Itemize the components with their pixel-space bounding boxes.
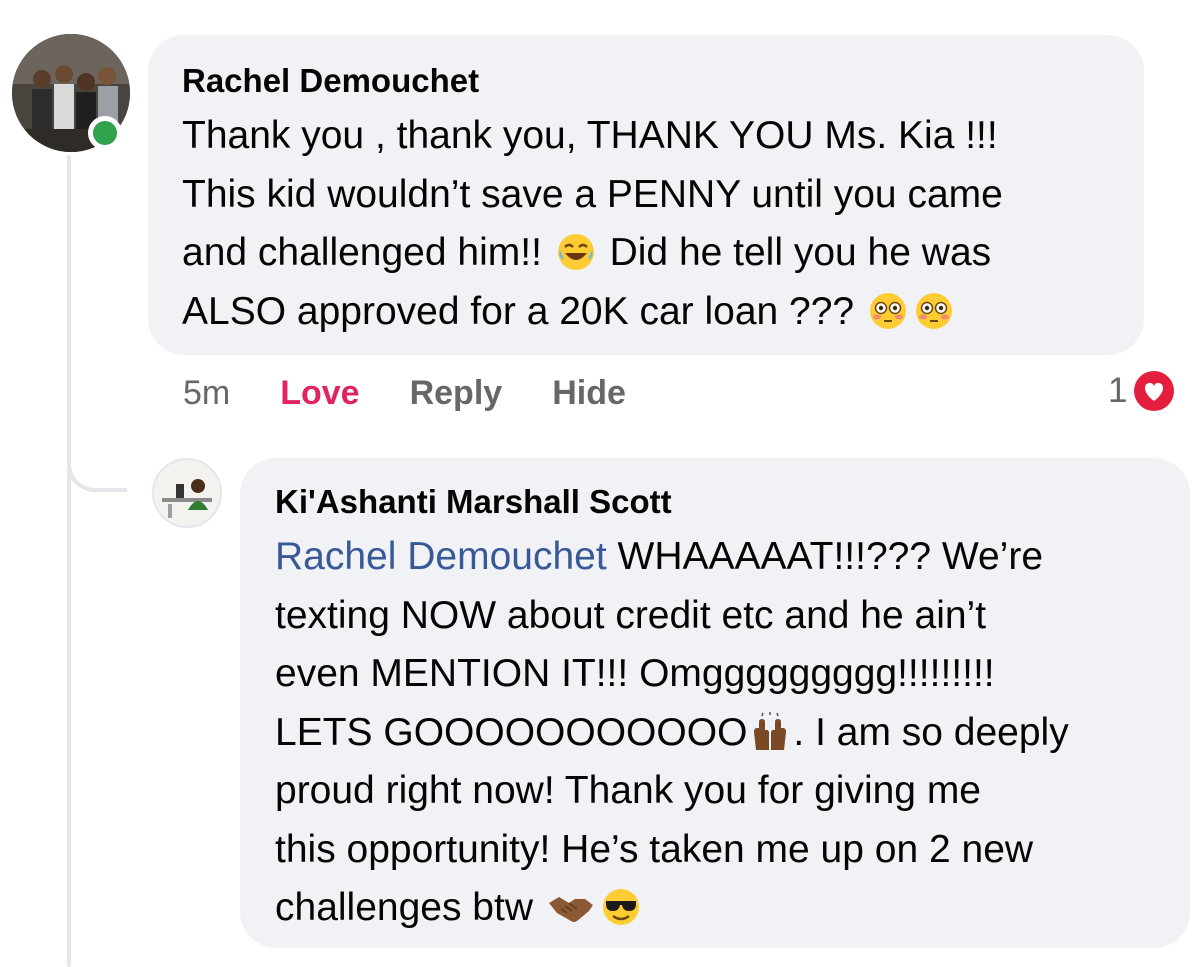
reply-line-1: WHAAAAAT!!!??? We’re [606, 535, 1044, 578]
reaction-count: 1 [1108, 371, 1128, 410]
reply-button[interactable]: Reply [410, 374, 503, 413]
hide-button[interactable]: Hide [552, 374, 626, 413]
reply-line-7: challenges btw [275, 886, 544, 929]
reply-line-4b: . I am so deeply [793, 710, 1069, 754]
heart-reaction-badge [1131, 368, 1178, 414]
reply-line-3: even MENTION IT!!! Omggggggggg!!!!!!!!! [275, 652, 995, 695]
comment-text: Thank you , thank you, THANK YOU Ms. Kia… [182, 107, 1110, 341]
reply-bubble: Ki'Ashanti Marshall Scott Rachel Demouch… [240, 458, 1190, 948]
raising-hands-emoji-icon [754, 711, 787, 750]
flushed-face-emoji-icon [869, 292, 906, 329]
comment-line-3: and challenged him!! [182, 231, 553, 274]
reply-text: Rachel Demouchet WHAAAAAT!!!??? We’re tex… [275, 528, 1156, 938]
comment-timestamp[interactable]: 5m [183, 374, 230, 413]
handshake-emoji-icon [548, 897, 593, 922]
thread-line [67, 155, 71, 967]
mention-link[interactable]: Rachel Demouchet [275, 535, 607, 578]
reply-line-4: LETS GOOOOOOOOOOO [275, 710, 748, 754]
heart-icon [1134, 371, 1175, 411]
sunglasses-face-emoji-icon [602, 889, 639, 925]
comment-author[interactable]: Rachel Demouchet [182, 61, 1110, 101]
comment-line-2: This kid wouldn’t save a PENNY until you… [182, 172, 1003, 216]
reaction-summary[interactable]: 1 [1108, 368, 1178, 414]
comment-line-3b: Did he tell you he was [598, 231, 992, 274]
reply-line-6: this opportunity! He’s taken me up on 2 … [275, 827, 1034, 871]
kiashanti-avatar[interactable] [152, 458, 222, 528]
flushed-face-emoji-icon [915, 292, 952, 329]
comment-bubble: Rachel Demouchet Thank you , thank you, … [148, 35, 1144, 355]
laughing-tears-emoji-icon [557, 234, 594, 270]
comment-actions: 5m Love Reply Hide [183, 370, 676, 416]
comment-line-1: Thank you , thank you, THANK YOU Ms. Kia… [182, 114, 998, 157]
reply-line-2: texting NOW about credit etc and he ain’… [275, 593, 987, 637]
comment-line-4: ALSO approved for a 20K car loan ??? [182, 289, 865, 333]
reply-line-5: proud right now! Thank you for giving me [275, 769, 981, 812]
reply-connector-line [67, 430, 127, 492]
online-status-indicator [88, 116, 122, 150]
love-button[interactable]: Love [280, 374, 359, 413]
reply-author[interactable]: Ki'Ashanti Marshall Scott [275, 482, 1156, 522]
